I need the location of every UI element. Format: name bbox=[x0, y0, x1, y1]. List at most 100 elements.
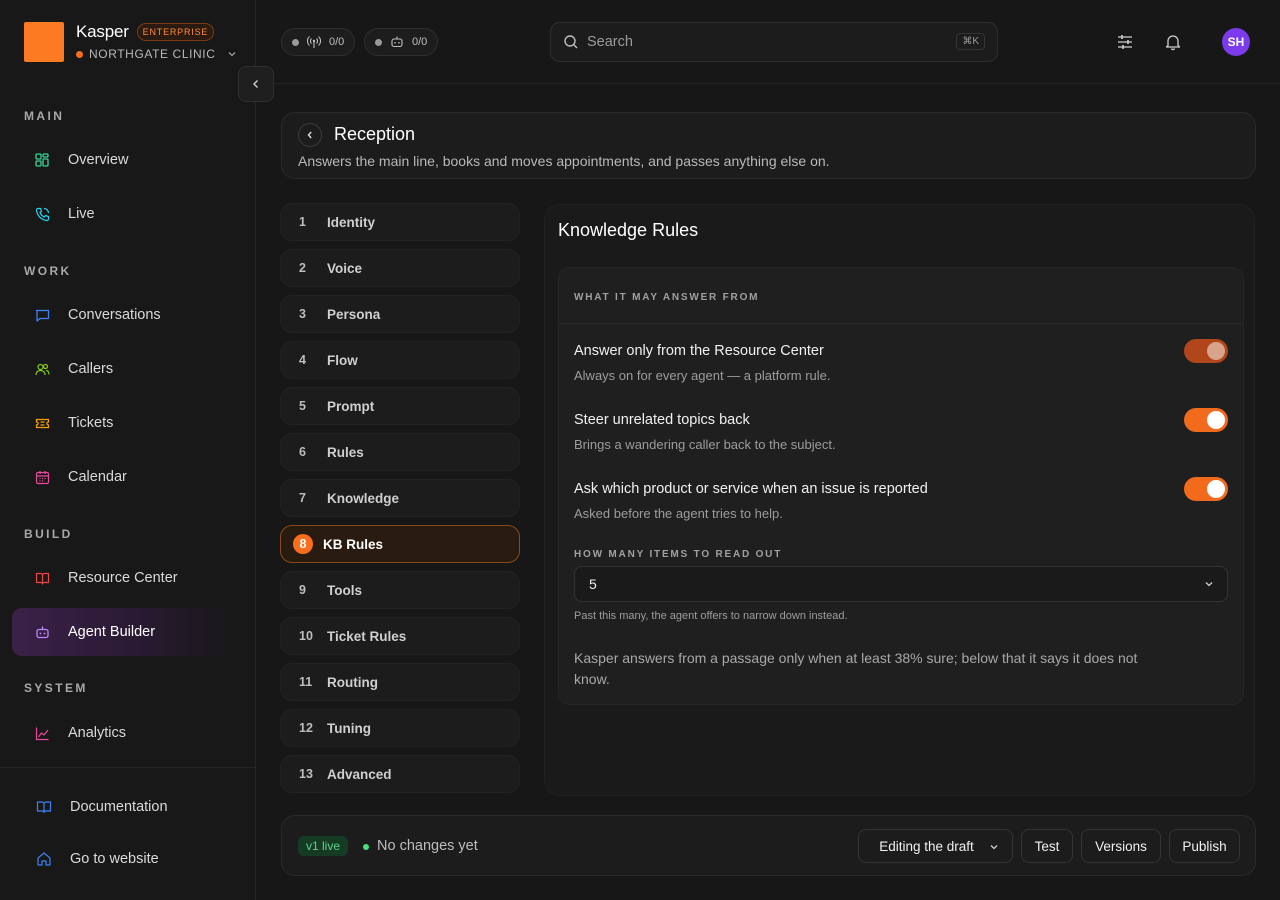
agent-header-card: Reception Answers the main line, books a… bbox=[281, 112, 1256, 179]
book-open-icon bbox=[36, 801, 52, 814]
book-icon bbox=[34, 570, 50, 586]
step-advanced[interactable]: 13 Advanced bbox=[280, 755, 520, 793]
rule-subtitle: Asked before the agent tries to help. bbox=[574, 506, 783, 521]
step-number: 2 bbox=[299, 261, 306, 275]
sidebar-item-label: Callers bbox=[68, 361, 114, 377]
step-ticket-rules[interactable]: 10 Ticket Rules bbox=[280, 617, 520, 655]
step-knowledge[interactable]: 7 Knowledge bbox=[280, 479, 520, 517]
sidebar-item-live[interactable]: Live bbox=[12, 190, 236, 238]
step-voice[interactable]: 2 Voice bbox=[280, 249, 520, 287]
users-icon bbox=[34, 361, 50, 377]
section-main: MAIN bbox=[24, 109, 65, 123]
chevron-left-icon bbox=[253, 80, 258, 88]
search-bar[interactable]: ⌘K bbox=[550, 22, 998, 62]
sidebar-item-calendar[interactable]: Calendar bbox=[12, 453, 236, 501]
items-count-hint: Past this many, the agent offers to narr… bbox=[574, 610, 848, 622]
rules-card: WHAT IT MAY ANSWER FROM Answer only from… bbox=[558, 267, 1244, 705]
ask-product-toggle[interactable] bbox=[1184, 477, 1228, 501]
status-dot bbox=[363, 844, 369, 850]
org-switcher[interactable]: NORTHGATE CLINIC bbox=[76, 47, 238, 61]
section-work: WORK bbox=[24, 264, 72, 278]
chart-icon bbox=[34, 725, 50, 741]
sidebar-item-label: Conversations bbox=[68, 307, 161, 323]
step-routing[interactable]: 11 Routing bbox=[280, 663, 520, 701]
step-number: 6 bbox=[299, 445, 306, 459]
avatar[interactable]: SH bbox=[1222, 28, 1250, 56]
toggle-knob bbox=[1207, 411, 1225, 429]
edit-mode-select[interactable]: Editing the draft bbox=[858, 829, 1013, 863]
step-tools[interactable]: 9 Tools bbox=[280, 571, 520, 609]
section-build: BUILD bbox=[24, 527, 73, 541]
step-label: Prompt bbox=[327, 398, 375, 414]
change-status: No changes yet bbox=[377, 838, 478, 854]
step-identity[interactable]: 1 Identity bbox=[280, 203, 520, 241]
section-system: SYSTEM bbox=[24, 681, 88, 695]
test-button[interactable]: Test bbox=[1021, 829, 1073, 863]
step-label: Flow bbox=[327, 352, 358, 368]
step-number: 10 bbox=[299, 629, 313, 643]
sidebar-footer-documentation[interactable]: Documentation bbox=[36, 799, 168, 815]
sidebar-divider bbox=[0, 767, 255, 768]
step-label: Rules bbox=[327, 444, 364, 460]
sidebar-item-conversations[interactable]: Conversations bbox=[12, 291, 236, 339]
items-count-select[interactable]: 5 bbox=[574, 566, 1228, 602]
bot-icon bbox=[391, 36, 403, 48]
step-kb-rules[interactable]: 8 KB Rules bbox=[280, 525, 520, 563]
version-badge: v1 live bbox=[298, 836, 349, 856]
step-prompt[interactable]: 5 Prompt bbox=[280, 387, 520, 425]
calendar-icon bbox=[34, 469, 50, 485]
step-number: 4 bbox=[299, 353, 306, 367]
search-input[interactable] bbox=[587, 34, 947, 50]
page-title: Reception bbox=[334, 124, 416, 144]
bell-icon bbox=[1165, 35, 1181, 51]
sidebar-item-resource-center[interactable]: Resource Center bbox=[12, 554, 236, 602]
step-persona[interactable]: 3 Persona bbox=[280, 295, 520, 333]
step-number: 1 bbox=[299, 215, 306, 229]
brand: Kasper ENTERPRISE NORTHGATE CLINIC bbox=[24, 22, 238, 62]
footer-label: Go to website bbox=[70, 851, 159, 867]
sidebar-footer-website[interactable]: Go to website bbox=[36, 851, 159, 867]
sliders-icon bbox=[1118, 35, 1132, 49]
sidebar-item-callers[interactable]: Callers bbox=[12, 345, 236, 393]
knowledge-rules-panel: Knowledge Rules WHAT IT MAY ANSWER FROM … bbox=[544, 204, 1255, 796]
sidebar-item-label: Live bbox=[68, 206, 95, 222]
step-number: 3 bbox=[299, 307, 306, 321]
active-bots-counter[interactable]: 0/0 bbox=[364, 28, 439, 56]
step-label: Tuning bbox=[327, 720, 371, 736]
live-calls-counter[interactable]: 0/0 bbox=[281, 28, 356, 56]
collapse-sidebar-button[interactable] bbox=[238, 66, 274, 102]
sidebar-item-label: Tickets bbox=[68, 415, 114, 431]
search-shortcut: ⌘K bbox=[956, 33, 985, 50]
step-tuning[interactable]: 12 Tuning bbox=[280, 709, 520, 747]
step-label: Ticket Rules bbox=[327, 628, 407, 644]
filters-button[interactable] bbox=[1113, 30, 1137, 54]
notifications-button[interactable] bbox=[1161, 30, 1185, 54]
step-label: Identity bbox=[327, 214, 376, 230]
sidebar-item-label: Overview bbox=[68, 152, 129, 168]
sidebar-item-overview[interactable]: Overview bbox=[12, 136, 236, 184]
sidebar-item-agent-builder[interactable]: Agent Builder bbox=[12, 608, 236, 656]
step-label: Knowledge bbox=[327, 490, 400, 506]
brand-name: Kasper bbox=[76, 22, 129, 41]
search-icon bbox=[564, 35, 578, 49]
step-rules[interactable]: 6 Rules bbox=[280, 433, 520, 471]
section-answer-label: WHAT IT MAY ANSWER FROM bbox=[574, 292, 760, 303]
sidebar-item-label: Agent Builder bbox=[68, 624, 156, 640]
live-calls-count: 0/0 bbox=[329, 36, 345, 48]
card-divider bbox=[559, 323, 1243, 324]
step-label: KB Rules bbox=[323, 536, 384, 552]
step-flow[interactable]: 4 Flow bbox=[280, 341, 520, 379]
versions-button[interactable]: Versions bbox=[1081, 829, 1161, 863]
steer-topics-toggle[interactable] bbox=[1184, 408, 1228, 432]
sidebar-item-tickets[interactable]: Tickets bbox=[12, 399, 236, 447]
tier-badge: ENTERPRISE bbox=[136, 23, 215, 41]
step-number: 7 bbox=[299, 491, 306, 505]
chevron-down-icon bbox=[228, 52, 235, 57]
sidebar-item-analytics[interactable]: Analytics bbox=[12, 709, 236, 757]
resource-center-only-toggle[interactable] bbox=[1184, 339, 1228, 363]
confidence-note: Kasper answers from a passage only when … bbox=[574, 650, 1138, 687]
publish-button[interactable]: Publish bbox=[1169, 829, 1240, 863]
back-button[interactable] bbox=[298, 123, 322, 147]
grid-icon bbox=[34, 152, 50, 168]
agent-description: Answers the main line, books and moves a… bbox=[298, 153, 830, 169]
